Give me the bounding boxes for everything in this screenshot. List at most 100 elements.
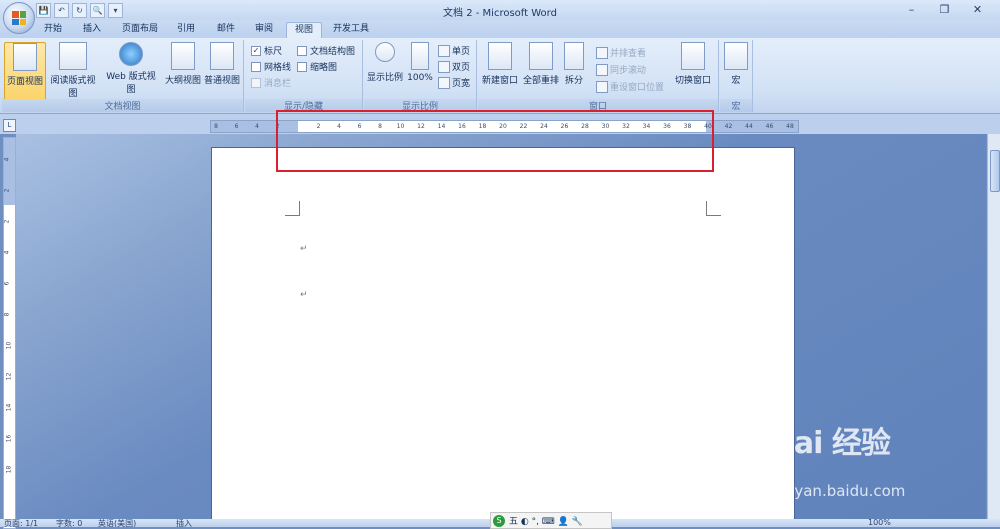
- vertical-ruler-tick: 16: [5, 434, 13, 443]
- paragraph-mark: ↵: [300, 290, 308, 300]
- page-width-button[interactable]: 页宽: [438, 76, 470, 89]
- outline-view-button[interactable]: 大纲视图: [164, 42, 202, 86]
- zoom-100-icon: [411, 42, 429, 70]
- vertical-ruler-tick: 2: [3, 219, 11, 224]
- message-bar-box: [251, 77, 261, 88]
- print-layout-view-button[interactable]: 页面视图: [4, 42, 46, 100]
- document-map-checkbox[interactable]: 文档结构图: [297, 44, 355, 57]
- macros-icon: [724, 42, 748, 70]
- zoom-button[interactable]: 显示比例: [366, 42, 404, 83]
- window-title: 文档 2 - Microsoft Word: [443, 8, 557, 19]
- reading-view-button[interactable]: 阅读版式视图: [48, 42, 98, 99]
- sogou-logo-icon: S: [493, 514, 505, 527]
- thumbnails-checkbox[interactable]: 缩略图: [297, 60, 337, 73]
- vertical-ruler-tick: 12: [5, 372, 13, 381]
- status-insert-mode[interactable]: 插入: [176, 519, 192, 527]
- office-button[interactable]: [3, 2, 35, 34]
- page-width-icon: [438, 76, 450, 89]
- ruler-tick-left: 8: [214, 123, 218, 130]
- split-icon: [564, 42, 584, 70]
- macros-button[interactable]: 宏: [723, 42, 749, 86]
- status-words[interactable]: 字数: 0: [56, 519, 82, 527]
- margin-corner-top-right: [706, 201, 721, 216]
- vertical-ruler-tick: 14: [5, 403, 13, 412]
- ruler-highlight-box: [276, 110, 714, 172]
- tab-review[interactable]: 审阅: [249, 22, 279, 38]
- document-page[interactable]: ↵ ↵: [211, 147, 795, 521]
- ime-toolbar[interactable]: S 五 ◐ °, ⌨ 👤 🔧: [490, 512, 612, 529]
- ruler-check-icon: ✓: [251, 45, 261, 56]
- zoom-label: 显示比例: [366, 73, 403, 83]
- watermark-text: Bai 经验: [772, 426, 891, 461]
- tab-page-layout[interactable]: 页面布局: [117, 22, 163, 38]
- vertical-ruler-tick: 10: [5, 341, 13, 350]
- draft-view-button[interactable]: 普通视图: [202, 42, 242, 86]
- minimize-button[interactable]: –: [895, 1, 928, 18]
- group-label-document-views: 文档视图: [2, 99, 243, 112]
- paragraph-mark: ↵: [300, 244, 308, 254]
- switch-window-icon: [681, 42, 705, 70]
- ruler-checkbox[interactable]: ✓ 标尺: [251, 44, 282, 57]
- group-show-hide: ✓ 标尺 网格线 消息栏 文档结构图 缩略图 显示/隐藏: [245, 40, 363, 112]
- vertical-ruler-tick: 8: [3, 312, 11, 317]
- watermark-url: jingyan.baidu.com: [767, 482, 906, 500]
- status-language[interactable]: 英语(美国): [98, 519, 136, 527]
- outline-label: 大纲视图: [164, 76, 201, 86]
- vertical-ruler-tick: 4: [3, 250, 11, 255]
- print-layout-icon: [13, 43, 37, 71]
- tab-developer[interactable]: 开发工具: [328, 22, 374, 38]
- thumbnails-label: 缩略图: [310, 63, 338, 73]
- group-zoom: 显示比例 100% 单页 双页 页宽 显示比例: [364, 40, 477, 112]
- close-button[interactable]: ✕: [961, 1, 994, 18]
- two-pages-button[interactable]: 双页: [438, 60, 470, 73]
- vertical-ruler[interactable]: 4 2 2 4 6 8 10 12 14 16 18: [3, 137, 16, 529]
- arrange-all-button[interactable]: 全部重排: [522, 42, 560, 86]
- tab-view[interactable]: 视图: [286, 22, 322, 39]
- vertical-scrollbar[interactable]: [987, 134, 1000, 519]
- tab-selector-button[interactable]: L: [3, 119, 16, 132]
- switch-window-label: 切换窗口: [674, 76, 711, 86]
- tab-insert[interactable]: 插入: [77, 22, 107, 38]
- new-window-button[interactable]: 新建窗口: [480, 42, 520, 86]
- gridlines-label: 网格线: [264, 63, 292, 73]
- margin-corner-top-left: [285, 201, 300, 216]
- switch-window-button[interactable]: 切换窗口: [672, 42, 714, 86]
- split-label: 拆分: [564, 76, 583, 86]
- status-page[interactable]: 页面: 1/1: [4, 519, 38, 527]
- arrange-all-icon: [529, 42, 553, 70]
- reading-view-label: 阅读版式视图: [50, 76, 96, 99]
- zoom-100-label: 100%: [407, 73, 433, 83]
- gridlines-checkbox[interactable]: 网格线: [251, 60, 291, 73]
- tab-mailings[interactable]: 邮件: [211, 22, 241, 38]
- message-bar-checkbox: 消息栏: [251, 76, 291, 89]
- document-map-label: 文档结构图: [310, 47, 356, 57]
- magnifier-icon: [375, 42, 395, 62]
- ruler-tick-left: 6: [234, 123, 239, 130]
- tab-references[interactable]: 引用: [171, 22, 201, 38]
- ime-status: 五 ◐ °, ⌨ 👤 🔧: [509, 517, 583, 527]
- thumbnails-box: [297, 61, 307, 72]
- restore-button[interactable]: ❐: [928, 1, 961, 18]
- page-width-label: 页宽: [452, 79, 471, 89]
- ribbon: 页面视图 阅读版式视图 Web 版式视图 大纲视图 普通视图 文档视图 ✓ 标尺…: [0, 38, 1000, 114]
- scroll-thumb[interactable]: [990, 150, 1000, 192]
- zoom-100-button[interactable]: 100%: [406, 42, 434, 83]
- window-controls: – ❐ ✕: [895, 1, 994, 18]
- group-document-views: 页面视图 阅读版式视图 Web 版式视图 大纲视图 普通视图 文档视图: [2, 40, 244, 112]
- reset-position-label: 重设窗口位置: [610, 83, 665, 93]
- new-window-label: 新建窗口: [481, 76, 518, 86]
- tab-home[interactable]: 开始: [38, 22, 68, 38]
- split-button[interactable]: 拆分: [562, 42, 586, 86]
- baidu-watermark: Bai 经验 jingyan.baidu.com: [767, 418, 972, 513]
- ruler-tick-right: 46: [765, 123, 774, 130]
- side-by-side-icon: [596, 46, 608, 59]
- ruler-tick-left: 4: [255, 123, 259, 130]
- web-layout-view-button[interactable]: Web 版式视图: [102, 42, 160, 95]
- web-globe-icon: [119, 42, 143, 66]
- ruler-tick-right: 44: [745, 123, 753, 130]
- gridlines-box: [251, 61, 261, 72]
- ribbon-tabs: 开始 插入 页面布局 引用 邮件 审阅 视图 开发工具: [0, 20, 1000, 39]
- ruler-tick-right: 48: [786, 123, 794, 130]
- status-zoom[interactable]: 100%: [868, 519, 891, 527]
- one-page-button[interactable]: 单页: [438, 44, 470, 57]
